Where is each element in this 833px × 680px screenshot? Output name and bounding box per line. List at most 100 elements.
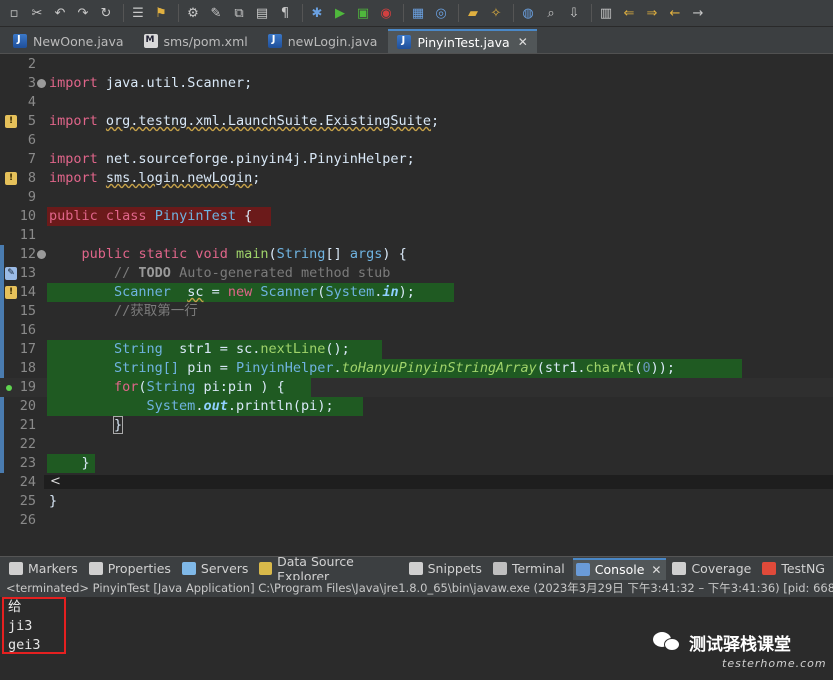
class-name: PinyinTest: [154, 208, 236, 224]
variable: str1: [544, 360, 578, 376]
todo-tag: TODO: [138, 265, 171, 281]
tab-properties[interactable]: Properties: [86, 558, 176, 580]
warning-icon[interactable]: !: [5, 286, 17, 299]
keyword: new: [227, 284, 253, 300]
horizontal-scrollbar[interactable]: <: [44, 475, 833, 489]
line-number: 10: [19, 208, 36, 224]
line-number: 4: [27, 94, 36, 110]
paragraph-icon[interactable]: ¶: [275, 3, 295, 23]
edit-icon[interactable]: ✎: [206, 3, 226, 23]
line-number: 2: [27, 56, 36, 72]
tab-pinyintest-java[interactable]: PinyinTest.java ✕: [388, 29, 537, 53]
code-line-23: }: [49, 454, 90, 473]
tools-icon[interactable]: ⚙: [183, 3, 203, 23]
code-line-5: import org.testng.xml.LaunchSuite.Existi…: [49, 112, 439, 131]
save-icon[interactable]: ✂: [27, 3, 47, 23]
properties-icon[interactable]: ▥: [596, 3, 616, 23]
keyword: public: [49, 208, 98, 224]
search-icon[interactable]: ⌕: [541, 3, 561, 23]
watermark-subtitle: testerhome.com: [722, 657, 827, 670]
tab-newoone-java[interactable]: NewOone.java: [4, 29, 133, 53]
code-line-15: //获取第一行: [49, 302, 198, 321]
tab-pom-xml[interactable]: sms/pom.xml: [135, 29, 257, 53]
code-line-3: import java.util.Scanner;: [49, 74, 252, 93]
tab-terminal[interactable]: Terminal: [490, 558, 570, 580]
code-line-10: public class PinyinTest {: [49, 207, 252, 226]
tab-coverage[interactable]: Coverage: [669, 558, 756, 580]
download-icon[interactable]: ⇩: [564, 3, 584, 23]
line-number: 22: [19, 436, 36, 452]
tab-data-source-explorer[interactable]: Data Source Explorer: [256, 554, 402, 584]
keyword: import: [49, 151, 98, 167]
terminal-icon: [492, 562, 507, 575]
history-forward-icon[interactable]: →: [688, 3, 708, 23]
comment: //获取第一行: [114, 303, 198, 319]
tab-servers[interactable]: Servers: [179, 558, 254, 580]
fold-icon[interactable]: [37, 79, 46, 88]
punct: }: [81, 455, 90, 471]
globe-icon[interactable]: ◍: [518, 3, 538, 23]
code-editor[interactable]: 2 3 4 5 6 7 8 9 10 11 12 13 14 15 16 17 …: [0, 55, 833, 529]
open-icon[interactable]: ▰: [463, 3, 483, 23]
history-back-icon[interactable]: ←: [665, 3, 685, 23]
web-icon[interactable]: ◎: [431, 3, 451, 23]
tab-markers[interactable]: Markers: [6, 558, 83, 580]
tab-label: Console: [594, 562, 645, 577]
run-config-icon[interactable]: ▣: [353, 3, 373, 23]
prev-icon[interactable]: ⇐: [619, 3, 639, 23]
close-icon[interactable]: ✕: [651, 563, 661, 577]
line-number: 16: [19, 322, 36, 338]
run-target-icon[interactable]: ✱: [307, 3, 327, 23]
outline-icon[interactable]: ☰: [128, 3, 148, 23]
breakpoint-icon[interactable]: [6, 385, 12, 391]
param: args: [349, 246, 383, 262]
debug-icon[interactable]: ⚑: [151, 3, 171, 23]
bottom-panel-tabs: Markers Properties Servers Data Source E…: [0, 554, 833, 584]
new-package-icon[interactable]: ▦: [408, 3, 428, 23]
tab-testng[interactable]: TestNG: [759, 558, 830, 580]
back-icon[interactable]: ↶: [50, 3, 70, 23]
copy-icon[interactable]: ⧉: [229, 3, 249, 23]
method-call: toHanyuPinyinStringArray: [341, 360, 537, 376]
code-line-17: String str1 = sc.nextLine();: [114, 341, 350, 357]
next-icon[interactable]: ⇒: [642, 3, 662, 23]
type: System: [325, 284, 375, 300]
code-line-19: for(String pi:pin ) {: [114, 379, 285, 395]
markers-icon: [9, 562, 23, 575]
punct: ;: [431, 113, 440, 129]
tab-label: NewOone.java: [33, 33, 124, 49]
wand-icon[interactable]: ✧: [486, 3, 506, 23]
method-call: println: [236, 398, 293, 414]
tab-console[interactable]: Console ✕: [572, 557, 667, 580]
close-icon[interactable]: ✕: [518, 35, 528, 49]
task-icon[interactable]: ✎: [5, 267, 17, 280]
fold-icon[interactable]: [37, 250, 46, 259]
paste-icon[interactable]: ▤: [252, 3, 272, 23]
type: System: [146, 398, 196, 414]
tab-label: TestNG: [781, 561, 825, 576]
warning-icon[interactable]: !: [5, 115, 17, 128]
run-icon[interactable]: ▶: [330, 3, 350, 23]
scroll-left-icon[interactable]: <: [50, 475, 61, 489]
variable: sc: [235, 341, 253, 357]
refresh-icon[interactable]: ↻: [96, 3, 116, 23]
output-line: gei3: [8, 637, 41, 653]
keyword: static: [138, 246, 188, 262]
code-line-13: // TODO Auto-generated method stub: [49, 264, 390, 283]
code-line-20: System.out.println(pi);: [146, 398, 334, 414]
keyword: for: [114, 379, 139, 395]
warning-icon[interactable]: !: [5, 172, 17, 185]
new-icon[interactable]: ▫: [4, 3, 24, 23]
code-line-18: String[] pin = PinyinHelper.toHanyuPinyi…: [114, 360, 675, 376]
punct: ;: [244, 75, 253, 91]
type: Scanner: [114, 284, 171, 300]
forward-icon[interactable]: ↷: [73, 3, 93, 23]
coverage-icon[interactable]: ◉: [376, 3, 396, 23]
line-number: 24: [19, 474, 36, 490]
import-path: java.util.Scanner: [105, 75, 245, 91]
variable: pin: [227, 379, 253, 395]
line-number: 3: [27, 75, 36, 91]
tab-label: Terminal: [511, 561, 565, 576]
tab-snippets[interactable]: Snippets: [406, 558, 487, 580]
tab-newlogin-java[interactable]: newLogin.java: [259, 29, 387, 53]
